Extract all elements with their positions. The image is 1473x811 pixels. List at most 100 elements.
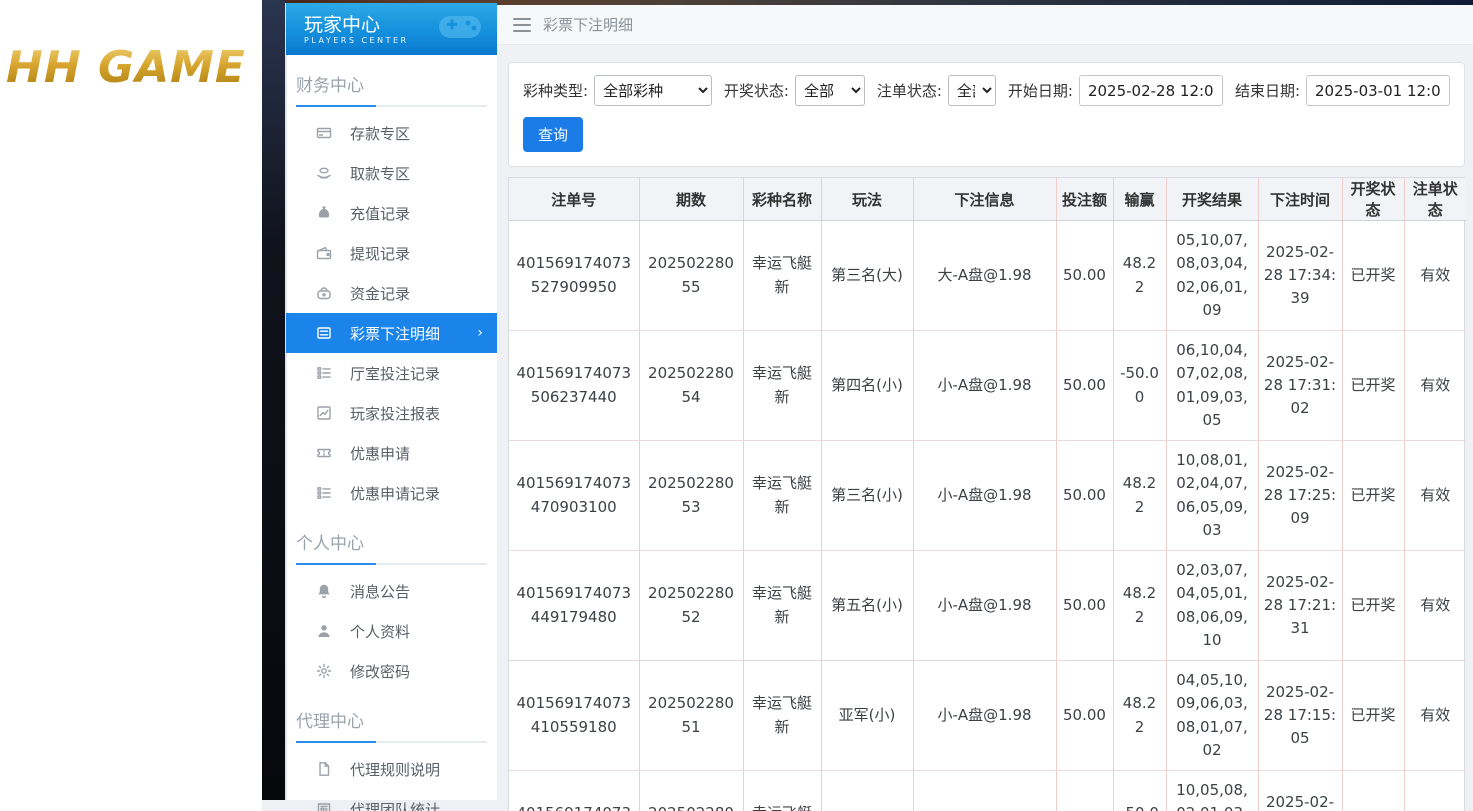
bet-cell: 有效	[1404, 770, 1466, 811]
bet-cell: 幸运飞艇新	[743, 550, 822, 661]
bet-cell: 有效	[1404, 220, 1466, 331]
sidebar-item[interactable]: 个人资料	[286, 611, 497, 651]
records-list-icon	[316, 485, 332, 501]
bet-cell: 50.00	[1056, 770, 1114, 811]
bet-cell: 20250228051	[639, 660, 744, 771]
bet-cell: 幸运飞艇新	[743, 660, 822, 771]
section-divider	[296, 563, 487, 565]
chevron-right-icon: ›	[477, 325, 483, 341]
bet-cell: 48.22	[1113, 660, 1167, 771]
left-dark-strip	[262, 0, 285, 800]
bet-cell: 20250228053	[639, 440, 744, 551]
bet-cell: 50.00	[1056, 660, 1114, 771]
bet-cell: 401569174073527909950	[509, 220, 640, 331]
sidebar-item-label: 代理规则说明	[350, 760, 441, 779]
bet-table-row: 401569174073506237440 20250228054 幸运飞艇新 第四名…	[509, 330, 1466, 441]
sidebar-item-label: 资金记录	[350, 284, 411, 303]
bet-cell: 20250228050	[639, 770, 744, 811]
bet-table-row: 401569174073449179480 20250228052 幸运飞艇新 第五名…	[509, 550, 1466, 661]
sidebar-section-title: 个人中心	[296, 534, 364, 554]
bet-cell: 04,05,10,09,06,03,08,01,07,02	[1166, 660, 1259, 771]
sidebar-item[interactable]: 资金记录	[286, 273, 497, 313]
bet-cell: 2025-02-28 17:31:02	[1258, 330, 1343, 441]
bet-cell: 小-A盘@1.98	[913, 440, 1057, 551]
bet-cell: 20250228052	[639, 550, 744, 661]
bet-cell: 401569174073410559180	[509, 660, 640, 771]
bet-cell: 第五名(小)	[821, 550, 914, 661]
sidebar: 玩家中心 PLAYERS CENTER 财务中心 存款专区 取款专区 充值记录 提现记录…	[285, 3, 497, 811]
sidebar-item[interactable]: 代理规则说明	[286, 749, 497, 789]
order-status-select[interactable]: 全部	[947, 75, 996, 106]
document-icon	[316, 761, 332, 777]
sidebar-item[interactable]: 优惠申请记录	[286, 473, 497, 513]
bet-cell: 50.00	[1056, 550, 1114, 661]
bet-cell: 小-A盘@1.98	[913, 550, 1057, 661]
sidebar-item[interactable]: 彩票下注明细 ›	[286, 313, 497, 353]
bet-cell: 20250228055	[639, 220, 744, 331]
sidebar-item[interactable]: 代理团队统计	[286, 789, 497, 811]
money-bag-icon	[316, 205, 332, 221]
bet-cell: -50.00	[1113, 770, 1167, 811]
bet-cell: 401569174073385717260	[509, 770, 640, 811]
column-header: 期数	[639, 178, 744, 221]
bet-cell: 大-A盘@1.98	[913, 220, 1057, 331]
gamepad-icon	[439, 16, 481, 38]
column-header: 注单号	[509, 178, 640, 221]
bets-table: 注单号 期数 彩种名称 玩法 下注信息 投注额 输赢 开奖结果 下注时间 开奖状态 注单状态 401…	[509, 178, 1466, 811]
draw-status-select[interactable]: 全部	[794, 75, 865, 106]
bet-cell: 已开奖	[1342, 770, 1405, 811]
sidebar-item[interactable]: 取款专区	[286, 153, 497, 193]
bet-cell: 2025-02-28 17:34:39	[1258, 220, 1343, 331]
sidebar-item-label: 代理团队统计	[350, 800, 441, 811]
sidebar-section-title: 代理中心	[296, 712, 364, 732]
lottery-type-select[interactable]: 全部彩种	[594, 75, 712, 106]
topbar: 彩票下注明细	[497, 5, 1473, 45]
sidebar-item-label: 消息公告	[350, 582, 411, 601]
start-date-input[interactable]	[1078, 75, 1223, 106]
person-icon	[316, 623, 332, 639]
sidebar-item[interactable]: 玩家投注报表	[286, 393, 497, 433]
column-header: 彩种名称	[743, 178, 822, 221]
sidebar-item[interactable]: 提现记录	[286, 233, 497, 273]
sidebar-item[interactable]: 优惠申请	[286, 433, 497, 473]
column-header: 下注时间	[1258, 178, 1343, 221]
sidebar-item-label: 取款专区	[350, 164, 411, 183]
bet-table-row: 401569174073410559180 20250228051 幸运飞艇新 亚军(…	[509, 660, 1466, 771]
sidebar-item[interactable]: 充值记录	[286, 193, 497, 233]
bet-table-row: 401569174073470903100 20250228053 幸运飞艇新 第三名…	[509, 440, 1466, 551]
bet-cell: 幸运飞艇新	[743, 220, 822, 331]
column-header: 下注信息	[913, 178, 1057, 221]
bet-cell: 10,08,01,02,04,07,06,05,09,03	[1166, 440, 1259, 551]
draw-status-label: 开奖状态:	[723, 82, 789, 100]
bell-icon	[316, 583, 332, 599]
bet-cell: 401569174073449179480	[509, 550, 640, 661]
bet-cell: 48.22	[1113, 220, 1167, 331]
sidebar-item-label: 个人资料	[350, 622, 411, 641]
lottery-type-label: 彩种类型:	[523, 82, 589, 100]
bet-cell: 有效	[1404, 440, 1466, 551]
content: 彩种类型: 全部彩种 开奖状态: 全部 注单状态: 全部 开始日期: 2025-…	[497, 45, 1473, 811]
sidebar-item[interactable]: 存款专区	[286, 113, 497, 153]
sidebar-item-label: 优惠申请记录	[350, 484, 441, 503]
bet-cell: 幸运飞艇新	[743, 330, 822, 441]
sidebar-item[interactable]: 厅室投注记录	[286, 353, 497, 393]
sidebar-item-label: 提现记录	[350, 244, 411, 263]
sidebar-item[interactable]: 修改密码	[286, 651, 497, 691]
bet-cell: 幸运飞艇新	[743, 440, 822, 551]
table-header-row: 注单号 期数 彩种名称 玩法 下注信息 投注额 输赢 开奖结果 下注时间 开奖状态 注单状态	[509, 178, 1466, 221]
bet-cell: 05,10,07,08,03,04,02,06,01,09	[1166, 220, 1259, 331]
menu-toggle-icon[interactable]	[513, 17, 531, 32]
bet-cell: 401569174073506237440	[509, 330, 640, 441]
search-button[interactable]: 查询	[523, 117, 584, 152]
bet-cell: 有效	[1404, 660, 1466, 771]
bet-cell: 2025-02-28 17:15:05	[1258, 660, 1343, 771]
section-divider	[296, 741, 487, 743]
coupon-icon	[316, 445, 332, 461]
bet-cell: 小-A盘@1.98	[913, 660, 1057, 771]
end-date-input[interactable]	[1306, 75, 1450, 106]
bet-cell: 小-A盘@1.98	[913, 330, 1057, 441]
report-chart-icon	[316, 405, 332, 421]
bet-cell: 50.00	[1056, 440, 1114, 551]
order-status-label: 注单状态:	[876, 82, 942, 100]
sidebar-item[interactable]: 消息公告	[286, 571, 497, 611]
